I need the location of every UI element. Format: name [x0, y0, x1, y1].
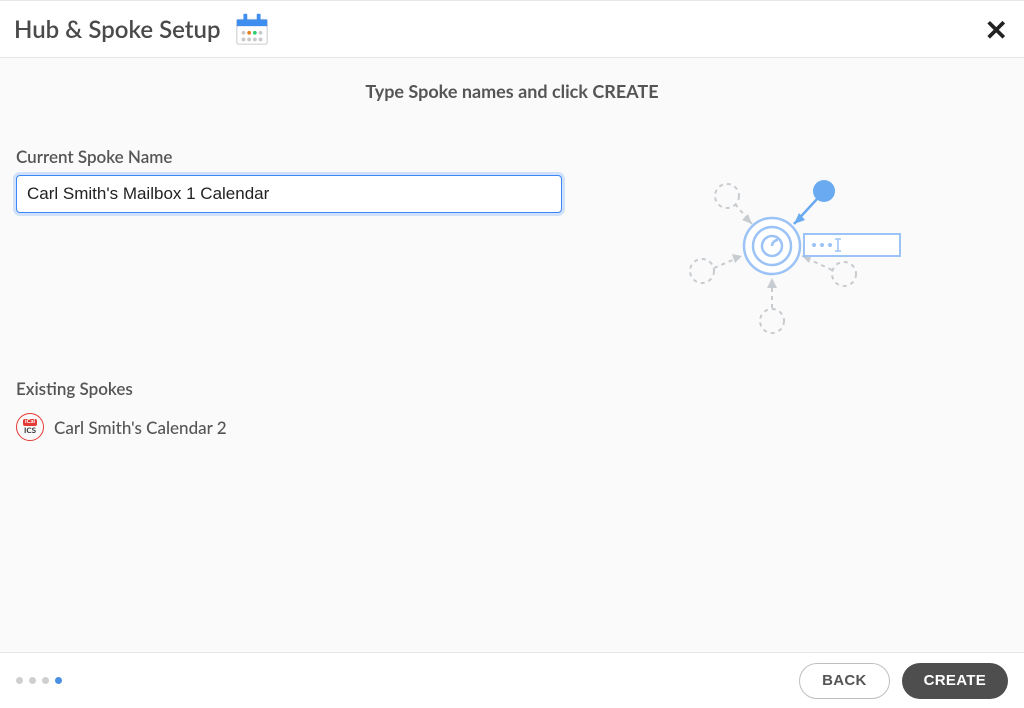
current-spoke-label: Current Spoke Name — [16, 146, 576, 167]
existing-spokes-section: Existing Spokes iCal ICS Carl Smith's Ca… — [16, 378, 576, 441]
step-dot-2 — [29, 677, 36, 684]
main-row: Current Spoke Name — [16, 146, 1008, 346]
dialog-footer: BACK CREATE — [0, 652, 1024, 708]
existing-spoke-label: Carl Smith's Calendar 2 — [54, 417, 227, 438]
diagram-column — [596, 146, 1008, 346]
step-dot-4 — [55, 677, 62, 684]
step-indicator — [16, 677, 62, 684]
close-icon[interactable]: ✕ — [985, 15, 1008, 43]
form-column: Current Spoke Name — [16, 146, 576, 213]
current-spoke-input[interactable] — [16, 175, 562, 213]
footer-buttons: BACK CREATE — [799, 663, 1008, 699]
step-dot-3 — [42, 677, 49, 684]
existing-spokes-title: Existing Spokes — [16, 378, 576, 399]
page-title: Hub & Spoke Setup — [14, 15, 221, 44]
ics-icon: iCal ICS — [16, 413, 44, 441]
create-button[interactable]: CREATE — [902, 663, 1008, 699]
step-dot-1 — [16, 677, 23, 684]
calendar-icon — [233, 10, 271, 48]
header-left: Hub & Spoke Setup — [14, 10, 271, 48]
current-spoke-input-wrap — [16, 175, 576, 213]
instruction-text: Type Spoke names and click CREATE — [16, 80, 1008, 102]
list-item: iCal ICS Carl Smith's Calendar 2 — [16, 413, 576, 441]
dialog-content: Type Spoke names and click CREATE Curren… — [0, 58, 1024, 346]
hub-spoke-diagram-icon — [672, 146, 932, 346]
back-button[interactable]: BACK — [799, 663, 890, 699]
dialog-header: Hub & Spoke Setup ✕ — [0, 0, 1024, 58]
